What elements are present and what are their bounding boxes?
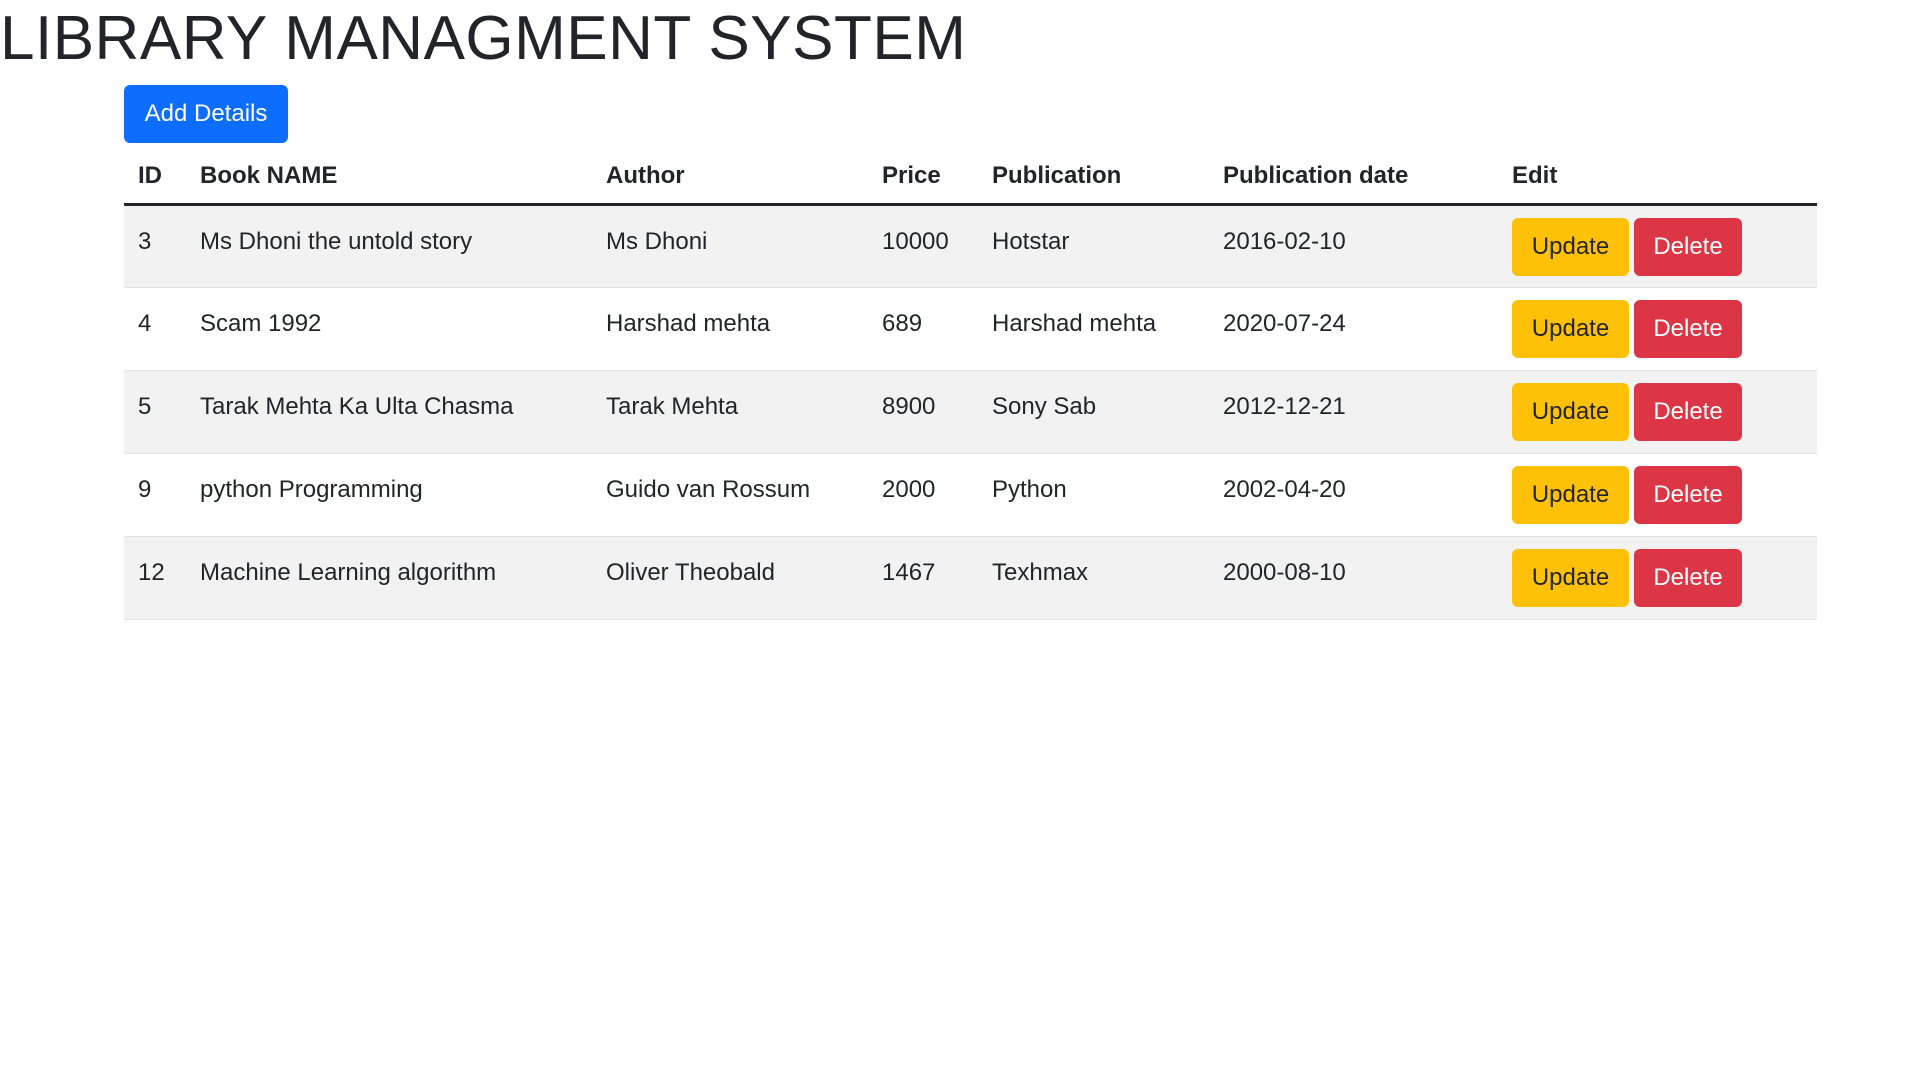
- table-row: 12 Machine Learning algorithm Oliver The…: [124, 536, 1817, 620]
- update-button[interactable]: Update: [1512, 217, 1629, 276]
- update-button[interactable]: Update: [1512, 548, 1629, 607]
- cell-publication: Sony Sab: [978, 370, 1209, 454]
- cell-author: Harshad mehta: [592, 287, 868, 371]
- cell-publication-date: 2002-04-20: [1209, 453, 1498, 537]
- cell-edit: Update Delete: [1498, 536, 1817, 620]
- cell-publication: Texhmax: [978, 536, 1209, 620]
- update-button[interactable]: Update: [1512, 382, 1629, 441]
- cell-publication-date: 2012-12-21: [1209, 370, 1498, 454]
- cell-publication-date: 2020-07-24: [1209, 287, 1498, 371]
- cell-author: Guido van Rossum: [592, 453, 868, 537]
- table-row: 5 Tarak Mehta Ka Ulta Chasma Tarak Mehta…: [124, 370, 1817, 454]
- cell-edit: Update Delete: [1498, 453, 1817, 537]
- table-row: 4 Scam 1992 Harshad mehta 689 Harshad me…: [124, 287, 1817, 371]
- cell-edit: Update Delete: [1498, 287, 1817, 371]
- cell-publication: Harshad mehta: [978, 287, 1209, 371]
- cell-publication-date: 2016-02-10: [1209, 204, 1498, 288]
- cell-book-name: Ms Dhoni the untold story: [186, 204, 592, 288]
- delete-button[interactable]: Delete: [1634, 465, 1742, 524]
- cell-id: 5: [124, 370, 186, 454]
- cell-book-name: Scam 1992: [186, 287, 592, 371]
- delete-button[interactable]: Delete: [1634, 217, 1742, 276]
- delete-button[interactable]: Delete: [1634, 548, 1742, 607]
- header-id: ID: [124, 150, 186, 206]
- cell-price: 1467: [868, 536, 978, 620]
- cell-price: 2000: [868, 453, 978, 537]
- cell-publication: Hotstar: [978, 204, 1209, 288]
- header-author: Author: [592, 150, 868, 206]
- cell-author: Oliver Theobald: [592, 536, 868, 620]
- header-publication-date: Publication date: [1209, 150, 1498, 206]
- cell-edit: Update Delete: [1498, 370, 1817, 454]
- cell-book-name: Machine Learning algorithm: [186, 536, 592, 620]
- cell-price: 8900: [868, 370, 978, 454]
- header-row: ID Book NAME Author Price Publication Pu…: [124, 150, 1817, 206]
- table-body: 3 Ms Dhoni the untold story Ms Dhoni 100…: [124, 204, 1817, 620]
- cell-id: 12: [124, 536, 186, 620]
- cell-price: 10000: [868, 204, 978, 288]
- table-row: 9 python Programming Guido van Rossum 20…: [124, 453, 1817, 537]
- update-button[interactable]: Update: [1512, 465, 1629, 524]
- cell-book-name: Tarak Mehta Ka Ulta Chasma: [186, 370, 592, 454]
- delete-button[interactable]: Delete: [1634, 382, 1742, 441]
- table-row: 3 Ms Dhoni the untold story Ms Dhoni 100…: [124, 204, 1817, 288]
- cell-id: 3: [124, 204, 186, 288]
- delete-button[interactable]: Delete: [1634, 299, 1742, 358]
- cell-publication-date: 2000-08-10: [1209, 536, 1498, 620]
- header-book-name: Book NAME: [186, 150, 592, 206]
- cell-price: 689: [868, 287, 978, 371]
- add-details-button[interactable]: Add Details: [124, 85, 288, 143]
- cell-author: Ms Dhoni: [592, 204, 868, 288]
- header-publication: Publication: [978, 150, 1209, 206]
- table-header: ID Book NAME Author Price Publication Pu…: [124, 150, 1817, 206]
- cell-publication: Python: [978, 453, 1209, 537]
- header-edit: Edit: [1498, 150, 1817, 206]
- cell-id: 4: [124, 287, 186, 371]
- cell-book-name: python Programming: [186, 453, 592, 537]
- update-button[interactable]: Update: [1512, 299, 1629, 358]
- cell-author: Tarak Mehta: [592, 370, 868, 454]
- header-price: Price: [868, 150, 978, 206]
- cell-id: 9: [124, 453, 186, 537]
- page-title: LIBRARY MANAGMENT SYSTEM: [0, 4, 967, 73]
- books-table: ID Book NAME Author Price Publication Pu…: [124, 150, 1817, 620]
- cell-edit: Update Delete: [1498, 204, 1817, 288]
